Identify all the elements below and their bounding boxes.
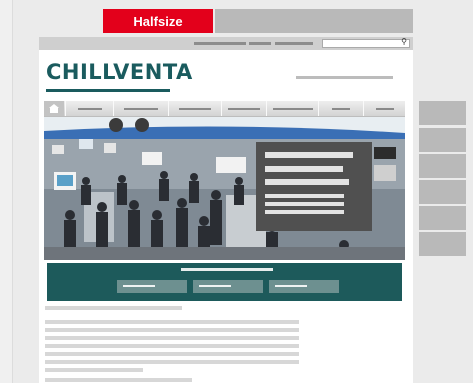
quicklinks-title	[181, 268, 273, 271]
web-page: ⚲ CHILLVENTA	[39, 37, 413, 383]
side-tab[interactable]	[419, 154, 466, 178]
teaser-line	[265, 210, 344, 214]
content-text-line	[45, 378, 192, 382]
nav-item[interactable]	[221, 101, 266, 116]
nav-item[interactable]	[168, 101, 221, 116]
content-text-line	[45, 368, 143, 372]
nav-home[interactable]	[44, 101, 64, 116]
nav-item[interactable]	[318, 101, 363, 116]
teaser-line	[265, 166, 343, 172]
nav-item[interactable]	[113, 101, 168, 116]
search-icon[interactable]: ⚲	[401, 37, 407, 46]
halfsize-button[interactable]: Halfsize	[103, 9, 213, 33]
side-tab[interactable]	[419, 180, 466, 204]
utility-link[interactable]	[249, 42, 271, 45]
header-text-placeholder	[296, 76, 393, 79]
content-text-line	[45, 320, 299, 324]
top-banner-placeholder	[215, 9, 413, 33]
teaser-line	[265, 194, 344, 198]
utility-bar: ⚲	[39, 37, 413, 50]
content-text-line	[45, 360, 299, 364]
quicklink-button[interactable]	[269, 280, 339, 293]
home-icon	[49, 104, 59, 113]
utility-link[interactable]	[194, 42, 246, 45]
content-text-line	[45, 344, 299, 348]
quicklink-button[interactable]	[193, 280, 263, 293]
content-heading	[45, 306, 182, 310]
hero-teaser-box[interactable]	[256, 142, 372, 231]
side-tab[interactable]	[419, 232, 466, 256]
teaser-line	[265, 179, 349, 185]
content-text-line	[45, 352, 299, 356]
teaser-line	[265, 152, 353, 158]
logo-underline	[46, 89, 170, 92]
search-input[interactable]: ⚲	[322, 37, 410, 48]
quicklinks-panel	[47, 263, 402, 301]
side-tab[interactable]	[419, 206, 466, 230]
quicklink-button[interactable]	[117, 280, 187, 293]
side-tab[interactable]	[419, 101, 466, 125]
content-text-line	[45, 328, 299, 332]
nav-item[interactable]	[65, 101, 113, 116]
nav-item[interactable]	[363, 101, 406, 116]
main-nav	[44, 101, 405, 117]
side-tab[interactable]	[419, 128, 466, 152]
chillventa-logo[interactable]: CHILLVENTA	[46, 60, 193, 84]
content-text-line	[45, 336, 299, 340]
nav-item[interactable]	[266, 101, 318, 116]
teaser-line	[265, 202, 344, 206]
utility-link[interactable]	[275, 42, 313, 45]
